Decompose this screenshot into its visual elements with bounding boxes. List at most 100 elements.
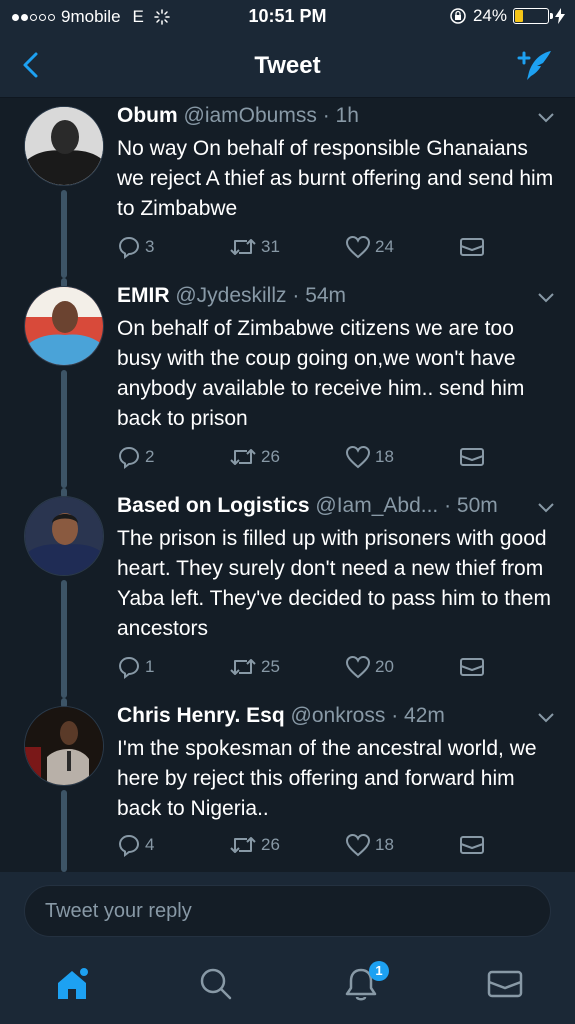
page-title: Tweet: [254, 52, 321, 79]
reply-icon: [118, 656, 140, 679]
retweet-icon: [230, 659, 256, 675]
retweet-count: 25: [261, 657, 280, 676]
heart-icon: [345, 235, 371, 259]
battery-percent: 24%: [472, 6, 507, 25]
like-count: 24: [375, 237, 394, 256]
like-count: 18: [375, 447, 394, 466]
reply-button[interactable]: 1: [117, 655, 154, 679]
charging-bolt-icon: [555, 8, 565, 24]
retweet-button[interactable]: 25: [229, 656, 280, 678]
direct-message-button[interactable]: [459, 834, 485, 856]
author-name[interactable]: EMIR: [117, 284, 170, 307]
avatar[interactable]: [24, 106, 104, 186]
envelope-icon: [460, 448, 484, 466]
like-button[interactable]: 24: [345, 235, 394, 259]
envelope-icon: [460, 658, 484, 676]
tweet-text: I'm the spokesman of the ancestral world…: [117, 737, 537, 820]
reply-button[interactable]: 4: [117, 833, 154, 857]
tweet-time: · 54m: [292, 284, 347, 307]
thread-connector-line: [61, 190, 67, 278]
reply-count: 3: [145, 237, 155, 256]
heart-icon: [345, 655, 371, 679]
author-name[interactable]: Chris Henry. Esq: [117, 704, 285, 727]
tweet-time: · 50m: [444, 494, 498, 517]
tweet-actions: 4 26 18: [117, 830, 557, 860]
reply-button[interactable]: 3: [117, 235, 154, 259]
chevron-down-icon[interactable]: [537, 112, 555, 124]
tweet-header: Obum @iamObumss · 1h: [117, 104, 555, 128]
thread-connector-line: [61, 580, 67, 698]
retweet-count: 26: [261, 835, 280, 854]
battery-level-fill: [515, 10, 523, 22]
author-name[interactable]: Obum: [117, 104, 178, 127]
avatar[interactable]: [24, 286, 104, 366]
tweet-header: Chris Henry. Esq @onkross · 42m: [117, 704, 555, 728]
notification-count-badge: 1: [369, 961, 389, 981]
like-button[interactable]: 18: [345, 445, 394, 469]
tweet-header: EMIR @Jydeskillz · 54m: [117, 284, 555, 308]
reply-count: 2: [145, 447, 155, 466]
status-bar: 9mobile E 10:51 PM 24%: [0, 0, 575, 34]
chevron-down-icon[interactable]: [537, 292, 555, 304]
tweet-text: The prison is filled up with prisoners w…: [117, 527, 551, 640]
bottom-tab-bar: 1: [0, 942, 575, 1024]
author-handle[interactable]: @iamObumss: [184, 104, 317, 127]
like-button[interactable]: 20: [345, 655, 394, 679]
reply-count: 4: [145, 835, 155, 854]
author-handle[interactable]: @Iam_Abd...: [315, 494, 438, 517]
avatar[interactable]: [24, 706, 104, 786]
retweet-count: 31: [261, 237, 280, 256]
home-icon[interactable]: [52, 964, 92, 1004]
envelope-icon: [460, 238, 484, 256]
compose-tweet-icon[interactable]: [515, 46, 555, 86]
tweet-item[interactable]: EMIR @Jydeskillz · 54m On behalf of Zimb…: [0, 278, 575, 488]
retweet-button[interactable]: 31: [229, 236, 280, 258]
like-count: 20: [375, 657, 394, 676]
status-right: 24%: [449, 6, 565, 26]
heart-icon: [345, 833, 371, 857]
reply-icon: [118, 834, 140, 857]
tweet-item[interactable]: Based on Logistics @Iam_Abd... · 50m The…: [0, 488, 575, 698]
chevron-down-icon[interactable]: [537, 502, 555, 514]
thread-connector-line: [61, 790, 67, 872]
battery-icon: [513, 8, 553, 24]
tweet-actions: 1 25 20: [117, 652, 557, 682]
like-button[interactable]: 18: [345, 833, 394, 857]
direct-message-button[interactable]: [459, 446, 485, 468]
retweet-button[interactable]: 26: [229, 834, 280, 856]
heart-icon: [345, 445, 371, 469]
author-handle[interactable]: @Jydeskillz: [175, 284, 286, 307]
tweet-thread: Obum @iamObumss · 1h No way On behalf of…: [0, 98, 575, 872]
messages-envelope-icon[interactable]: [485, 964, 525, 1004]
thread-connector-line: [61, 370, 67, 488]
direct-message-button[interactable]: [459, 656, 485, 678]
retweet-icon: [230, 239, 256, 255]
reply-composer: Tweet your reply: [0, 872, 575, 942]
navigation-bar: Tweet: [0, 34, 575, 98]
tweet-item[interactable]: Chris Henry. Esq @onkross · 42m I'm the …: [0, 698, 575, 872]
retweet-button[interactable]: 26: [229, 446, 280, 468]
search-icon[interactable]: [196, 964, 236, 1004]
like-count: 18: [375, 835, 394, 854]
reply-input[interactable]: Tweet your reply: [24, 885, 551, 937]
reply-icon: [118, 236, 140, 259]
rotation-lock-icon: [450, 8, 466, 24]
author-name[interactable]: Based on Logistics: [117, 494, 310, 517]
tweet-actions: 3 31 24: [117, 232, 557, 262]
tweet-header: Based on Logistics @Iam_Abd... · 50m: [117, 494, 555, 518]
direct-message-button[interactable]: [459, 236, 485, 258]
tweet-time: · 1h: [322, 104, 359, 127]
avatar[interactable]: [24, 496, 104, 576]
retweet-icon: [230, 449, 256, 465]
tweet-text: No way On behalf of responsible Ghanaian…: [117, 137, 554, 220]
tweet-text: On behalf of Zimbabwe citizens we are to…: [117, 317, 525, 430]
reply-count: 1: [145, 657, 155, 676]
author-handle[interactable]: @onkross: [291, 704, 386, 727]
tweet-item[interactable]: Obum @iamObumss · 1h No way On behalf of…: [0, 98, 575, 278]
chevron-down-icon[interactable]: [537, 712, 555, 724]
retweet-count: 26: [261, 447, 280, 466]
reply-button[interactable]: 2: [117, 445, 154, 469]
envelope-icon: [460, 836, 484, 854]
reply-icon: [118, 446, 140, 469]
retweet-icon: [230, 837, 256, 853]
